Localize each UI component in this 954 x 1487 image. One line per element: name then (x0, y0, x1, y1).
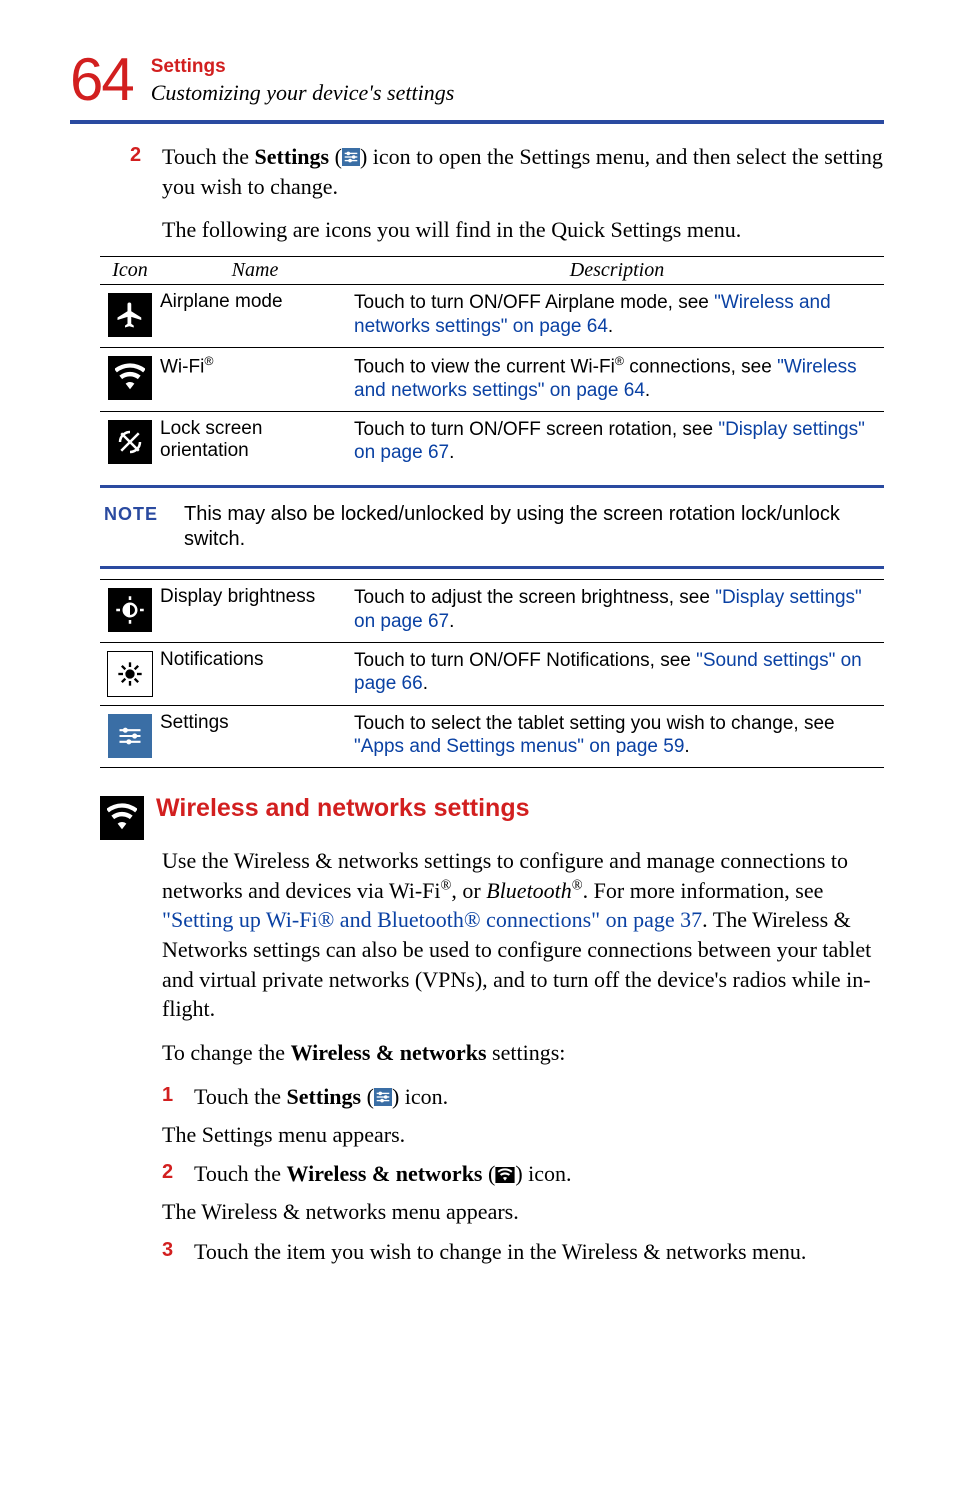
cell-desc: Touch to view the current Wi-Fi® connect… (354, 354, 884, 403)
link-apps-settings[interactable]: "Apps and Settings menus" on page 59 (354, 736, 684, 757)
cell-desc: Touch to turn ON/OFF Notifications, see … (354, 649, 884, 697)
page-header: 64 Settings Customizing your device's se… (70, 50, 884, 110)
step-result: The Wireless & networks menu appears. (162, 1197, 884, 1227)
cell-name: Lock screen orientation (160, 418, 354, 464)
cell-icon (100, 291, 160, 337)
note-label: NOTE (104, 502, 164, 552)
note-text: This may also be locked/unlocked by usin… (184, 502, 880, 552)
cell-name: Settings (160, 712, 354, 735)
table-header-name: Name (160, 259, 350, 282)
quick-settings-table-cont: Display brightness Touch to adjust the s… (100, 579, 884, 768)
step-number: 3 (162, 1237, 180, 1267)
note-block: NOTE This may also be locked/unlocked by… (100, 485, 884, 569)
chapter-title: Settings (151, 56, 455, 78)
table-row: Wi-Fi® Touch to view the current Wi-Fi® … (100, 347, 884, 411)
table-header-icon: Icon (100, 259, 160, 282)
cell-name: Airplane mode (160, 291, 354, 314)
cell-desc: Touch to select the tablet setting you w… (354, 712, 884, 760)
header-rule (70, 120, 884, 124)
cell-name: Display brightness (160, 586, 354, 609)
cell-desc: Touch to turn ON/OFF screen rotation, se… (354, 418, 884, 466)
change-lead: To change the Wireless & networks settin… (162, 1038, 884, 1068)
table-row: Settings Touch to select the tablet sett… (100, 705, 884, 769)
table-row: Airplane mode Touch to turn ON/OFF Airpl… (100, 285, 884, 347)
lead-paragraph: The following are icons you will find in… (162, 215, 884, 246)
step-result: The Settings menu appears. (162, 1120, 884, 1150)
airplane-icon (108, 293, 152, 337)
step-text: Touch the Settings () icon. (194, 1082, 884, 1112)
link-setting-up-wifi-bt[interactable]: "Setting up Wi-Fi® and Bluetooth® connec… (162, 907, 702, 932)
page-number: 64 (70, 50, 133, 110)
quick-settings-table: Icon Name Description Airplane mode Touc… (100, 256, 884, 473)
section-paragraph: Use the Wireless & networks settings to … (162, 846, 884, 1024)
cell-icon (100, 649, 160, 697)
step-number: 2 (162, 1159, 180, 1189)
cell-icon (100, 586, 160, 632)
step-number: 1 (162, 1082, 180, 1112)
cell-icon (100, 712, 160, 758)
procedure-step: 3 Touch the item you wish to change in t… (162, 1237, 884, 1267)
table-row: Display brightness Touch to adjust the s… (100, 579, 884, 642)
chapter-subtitle: Customizing your device's settings (151, 80, 455, 106)
table-row: Notifications Touch to turn ON/OFF Notif… (100, 642, 884, 705)
notification-icon (107, 651, 153, 697)
intro-step: 2 Touch the Settings () icon to open the… (130, 142, 884, 201)
step-text: Touch the item you wish to change in the… (194, 1237, 884, 1267)
settings-slider-icon (108, 714, 152, 758)
table-header-row: Icon Name Description (100, 257, 884, 285)
wifi-icon (100, 796, 144, 840)
wifi-icon (495, 1167, 515, 1183)
cell-desc: Touch to turn ON/OFF Airplane mode, see … (354, 291, 884, 339)
table-header-desc: Description (350, 259, 884, 282)
cell-icon (100, 354, 160, 400)
brightness-icon (108, 588, 152, 632)
procedure-step: 2 Touch the Wireless & networks () icon. (162, 1159, 884, 1189)
settings-slider-icon (342, 148, 360, 166)
cell-icon (100, 418, 160, 464)
section-heading: Wireless and networks settings (100, 794, 884, 840)
step-number: 2 (130, 142, 148, 201)
procedure-step: 1 Touch the Settings () icon. (162, 1082, 884, 1112)
table-row: Lock screen orientation Touch to turn ON… (100, 411, 884, 474)
step-text: Touch the Wireless & networks () icon. (194, 1159, 884, 1189)
step-text: Touch the Settings () icon to open the S… (162, 142, 884, 201)
section-title: Wireless and networks settings (156, 794, 530, 823)
cell-name: Notifications (160, 649, 354, 672)
settings-slider-icon (374, 1088, 392, 1106)
cell-desc: Touch to adjust the screen brightness, s… (354, 586, 884, 634)
cell-name: Wi-Fi® (160, 354, 354, 379)
wifi-icon (108, 356, 152, 400)
rotation-lock-icon (108, 420, 152, 464)
